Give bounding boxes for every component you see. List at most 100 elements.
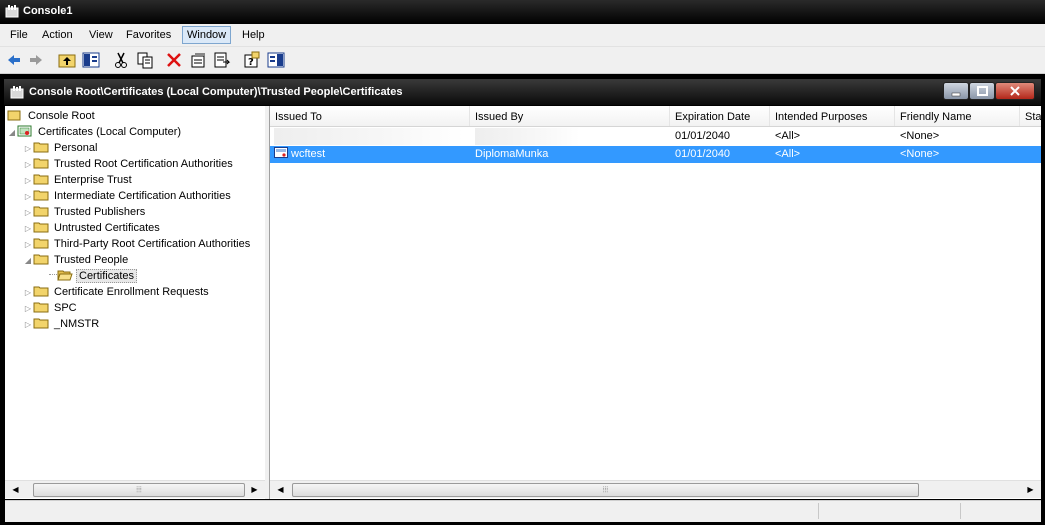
document-window-icon: [10, 86, 24, 99]
cut-icon[interactable]: [112, 51, 130, 69]
menu-bar: File Action View Favorites Window Help: [0, 24, 1045, 47]
folder-icon: [33, 237, 49, 249]
certificate-icon: [274, 147, 288, 159]
menu-view[interactable]: View: [85, 27, 117, 43]
list-horizontal-scrollbar[interactable]: ◀ ⦙⦙⦙ ▶: [270, 480, 1041, 498]
tree-item-personal[interactable]: ▷ Personal: [23, 141, 99, 156]
tree-item-trusted-people[interactable]: ◢ Trusted People: [23, 253, 130, 268]
scroll-right-arrow-icon[interactable]: ▶: [1022, 481, 1039, 498]
help-icon[interactable]: ?: [243, 51, 261, 69]
column-header-expiration-date[interactable]: Expiration Date: [670, 106, 770, 126]
expand-arrow-icon[interactable]: ▷: [23, 317, 33, 332]
close-button[interactable]: [995, 82, 1035, 100]
cell-expiration-date: 01/01/2040: [675, 130, 731, 142]
tree-item-enrollment-requests[interactable]: ▷ Certificate Enrollment Requests: [23, 285, 211, 300]
tree-item-third-party-root[interactable]: ▷ Third-Party Root Certification Authorit…: [23, 237, 252, 252]
tree-item-spc[interactable]: ▷ SPC: [23, 301, 79, 316]
expand-arrow-icon[interactable]: ▷: [23, 285, 33, 300]
expand-arrow-icon[interactable]: ▷: [23, 141, 33, 156]
status-segment: [818, 503, 959, 519]
folder-icon: [33, 221, 49, 233]
folder-icon: [33, 205, 49, 217]
cell-issued-by: DiplomaMunka: [475, 148, 549, 160]
cell-issued-by: [475, 128, 580, 145]
expand-arrow-icon[interactable]: ▷: [23, 301, 33, 316]
maximize-button[interactable]: [969, 82, 995, 100]
list-header: Issued To Issued By Expiration Date Inte…: [270, 106, 1041, 127]
menu-file[interactable]: File: [6, 27, 32, 43]
tree-item-certificates-local[interactable]: ◢ Certificates (Local Computer): [7, 125, 183, 140]
folder-icon: [7, 109, 23, 121]
back-arrow-icon[interactable]: [5, 51, 23, 69]
folder-icon: [33, 189, 49, 201]
app-title: Console1: [23, 5, 73, 17]
folder-icon: [33, 285, 49, 297]
minimize-button[interactable]: [943, 82, 969, 100]
scroll-thumb[interactable]: ⦙⦙⦙: [33, 483, 245, 497]
collapse-arrow-icon[interactable]: ◢: [7, 125, 17, 140]
export-list-icon[interactable]: [213, 51, 231, 69]
expand-arrow-icon[interactable]: ▷: [23, 237, 33, 252]
show-hide-tree-icon[interactable]: [82, 51, 100, 69]
tree-item-trusted-publishers[interactable]: ▷ Trusted Publishers: [23, 205, 147, 220]
menu-action[interactable]: Action: [38, 27, 77, 43]
menu-help[interactable]: Help: [238, 27, 269, 43]
column-header-friendly-name[interactable]: Friendly Name: [895, 106, 1020, 126]
toolbar: ?: [0, 47, 1045, 74]
tree-item-enterprise-trust[interactable]: ▷ Enterprise Trust: [23, 173, 134, 188]
expand-arrow-icon[interactable]: ▷: [23, 221, 33, 236]
column-header-intended-purposes[interactable]: Intended Purposes: [770, 106, 895, 126]
table-row[interactable]: wcftest DiplomaMunka 01/01/2040 <All> <N…: [270, 146, 1041, 163]
delete-icon[interactable]: [165, 51, 183, 69]
table-row[interactable]: 01/01/2040 <All> <None>: [270, 128, 1041, 145]
menu-window[interactable]: Window: [182, 26, 232, 44]
status-segment: [960, 503, 1041, 519]
scroll-thumb[interactable]: ⦙⦙⦙: [292, 483, 919, 497]
tree-item-intermediate-ca[interactable]: ▷ Intermediate Certification Authorities: [23, 189, 233, 204]
cell-issued-to: wcftest: [272, 146, 470, 163]
menu-favorites[interactable]: Favorites: [122, 27, 175, 43]
folder-icon: [33, 317, 49, 329]
expand-arrow-icon[interactable]: ▷: [23, 157, 33, 172]
up-folder-icon[interactable]: [58, 51, 76, 69]
cell-issued-to: [274, 128, 464, 145]
scroll-left-arrow-icon[interactable]: ◀: [7, 481, 24, 498]
column-header-issued-by[interactable]: Issued By: [470, 106, 670, 126]
column-header-issued-to[interactable]: Issued To: [270, 106, 470, 126]
collapse-arrow-icon[interactable]: ◢: [23, 253, 33, 268]
window-controls: [943, 82, 1035, 100]
tree-item-untrusted-certificates[interactable]: ▷ Untrusted Certificates: [23, 221, 162, 236]
expand-arrow-icon[interactable]: ▷: [23, 189, 33, 204]
status-bar: [5, 500, 1041, 522]
certificate-store-icon: [17, 125, 33, 137]
tree-connector: [49, 274, 57, 275]
tree-item-nmstr[interactable]: ▷ _NMSTR: [23, 317, 101, 332]
folder-icon: [33, 141, 49, 153]
scroll-right-arrow-icon[interactable]: ▶: [246, 481, 263, 498]
tree-item-trusted-root[interactable]: ▷ Trusted Root Certification Authorities: [23, 157, 235, 172]
certificate-list: Issued To Issued By Expiration Date Inte…: [270, 106, 1041, 499]
tree-item-console-root[interactable]: Console Root: [7, 109, 97, 124]
document-title-bar: Console Root\Certificates (Local Compute…: [4, 79, 1041, 105]
tree-item-certificates-selected[interactable]: Certificates: [49, 269, 138, 284]
scroll-left-arrow-icon[interactable]: ◀: [272, 481, 289, 498]
folder-icon: [33, 301, 49, 313]
properties-icon[interactable]: [189, 51, 207, 69]
open-folder-icon: [57, 269, 73, 281]
forward-arrow-icon[interactable]: [27, 51, 45, 69]
folder-icon: [33, 253, 49, 265]
copy-icon[interactable]: [136, 51, 154, 69]
cell-friendly-name: <None>: [900, 148, 940, 160]
document-title: Console Root\Certificates (Local Compute…: [29, 86, 403, 98]
cell-intended-purposes: <All>: [775, 148, 801, 160]
mmc-app-icon: [5, 5, 19, 18]
document-client-area: Console Root ◢ Certificates (Local Comput…: [5, 106, 1041, 499]
show-hide-action-pane-icon[interactable]: [267, 51, 285, 69]
expand-arrow-icon[interactable]: ▷: [23, 173, 33, 188]
expand-arrow-icon[interactable]: ▷: [23, 205, 33, 220]
tree-horizontal-scrollbar[interactable]: ◀ ⦙⦙⦙ ▶: [5, 480, 265, 498]
app-title-bar: Console1: [0, 0, 1045, 24]
console-tree: Console Root ◢ Certificates (Local Comput…: [5, 106, 266, 499]
column-header-status[interactable]: Sta: [1020, 106, 1041, 126]
cell-intended-purposes: <All>: [775, 130, 801, 142]
